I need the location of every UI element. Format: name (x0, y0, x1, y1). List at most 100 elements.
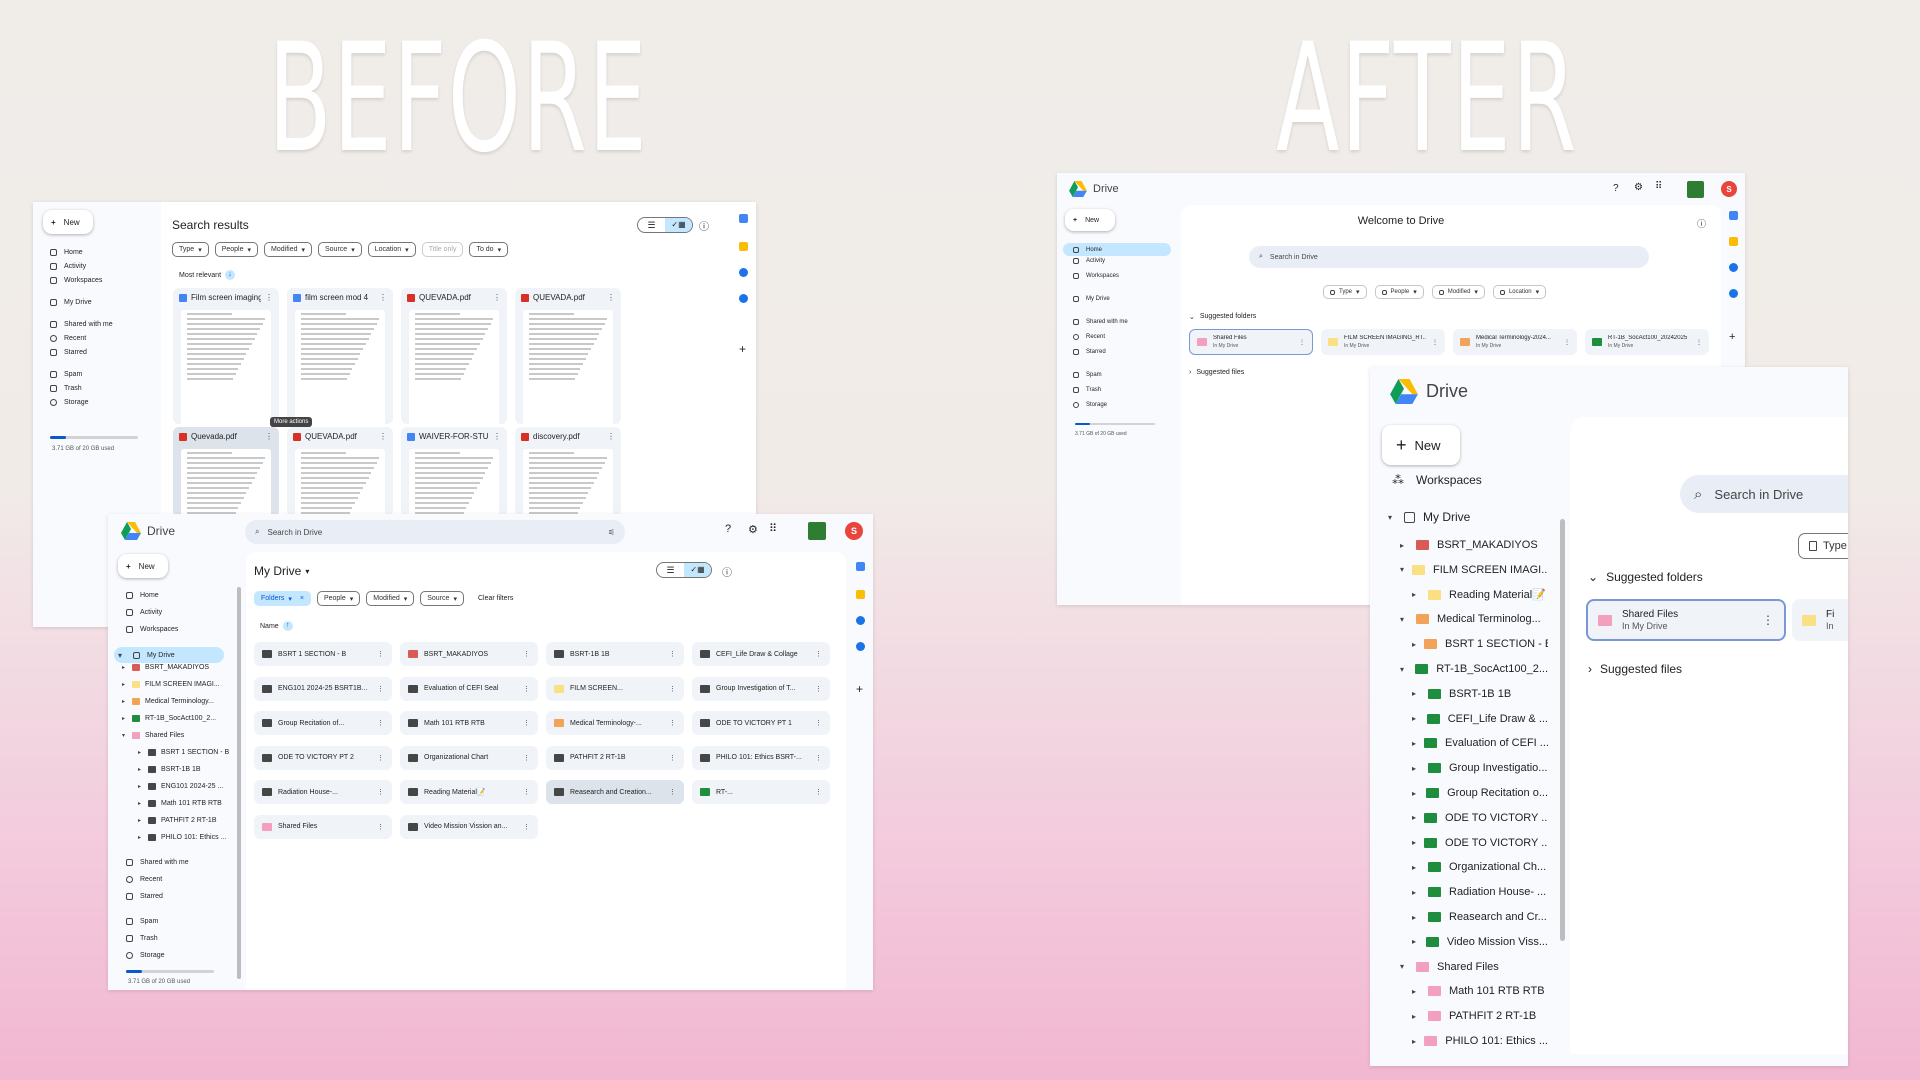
more-actions-icon[interactable]: ⋮ (815, 719, 822, 727)
filter-location[interactable]: Location ▾ (367, 242, 416, 257)
tree-item[interactable]: ▸ Group Recitation o... (1412, 783, 1548, 803)
more-actions-icon[interactable]: ⋮ (523, 788, 530, 796)
folder-card[interactable]: Shared Files ⋮ (254, 814, 392, 839)
more-actions-icon[interactable]: ⋮ (1432, 339, 1438, 346)
more-actions-icon[interactable]: ⋮ (607, 432, 615, 441)
sidebar-item-activity[interactable]: Activity (50, 263, 86, 270)
more-actions-icon[interactable]: ⋮ (669, 719, 676, 727)
tune-icon[interactable]: ⚟ (608, 528, 615, 537)
sidebar-item-shared-with-me[interactable]: Shared with me (126, 859, 189, 866)
file-card[interactable]: Quevada.pdf ⋮ (173, 427, 279, 517)
filter-source[interactable]: Source ▾ (318, 242, 362, 257)
tree-item[interactable]: ▸ PHILO 101: Ethics ... (1412, 1031, 1548, 1051)
add-icon[interactable]: + (739, 342, 746, 356)
filter-folders[interactable]: Folders ▾ × (254, 591, 311, 606)
grid-view-icon[interactable]: ✓▦ (684, 563, 711, 577)
sidebar-item-starred[interactable]: Starred (126, 893, 163, 900)
folder-card[interactable]: Medical Terminology-... ⋮ (546, 711, 684, 735)
sidebar-item-starred[interactable]: Starred (50, 349, 87, 356)
tree-item[interactable]: ▾ FILM SCREEN IMAGI... (1400, 560, 1548, 580)
tree-item[interactable]: ▾ Shared Files (1400, 957, 1548, 977)
tree-item[interactable]: ▸ Math 101 RTB RTB (1412, 981, 1548, 1001)
folder-card[interactable]: RT-... ⋮ (692, 780, 830, 804)
filter-to-do[interactable]: To do ▾ (469, 242, 509, 257)
more-actions-icon[interactable]: ⋮ (669, 754, 676, 762)
sidebar-item-activity[interactable]: Activity (1073, 258, 1105, 264)
tree-item[interactable]: ▸ BSRT-1B 1B (1412, 684, 1548, 704)
folder-card[interactable]: BSRT_MAKADIYOS ⋮ (400, 642, 538, 666)
more-actions-icon[interactable]: ⋮ (669, 650, 676, 658)
filter-title-only[interactable]: Title only (421, 242, 464, 257)
nav-workspaces[interactable]: ⁂ Workspaces (1392, 473, 1482, 487)
contacts-icon[interactable] (856, 642, 865, 651)
calendar-icon[interactable] (856, 562, 865, 571)
filter-source[interactable]: Source ▾ (420, 591, 464, 606)
folder-card[interactable]: Radiation House-... ⋮ (254, 780, 392, 804)
more-actions-icon[interactable]: ⋮ (669, 685, 676, 693)
grid-view-icon[interactable]: ✓▦ (665, 218, 692, 232)
new-button[interactable]: + New (1382, 425, 1460, 465)
suggested-card-shared-files[interactable]: Shared Files In My Drive ⋮ (1586, 599, 1786, 641)
filter-modified[interactable]: Modified ▾ (264, 242, 312, 257)
folder-card[interactable]: ODE TO VICTORY PT 2 ⋮ (254, 745, 392, 770)
folder-card[interactable]: PHILO 101: Ethics BSRT-... ⋮ (692, 745, 830, 770)
sidebar-item-workspaces[interactable]: Workspaces (126, 626, 178, 633)
sidebar-item-home[interactable]: Home (1063, 243, 1171, 256)
folder-card[interactable]: Organizational Chart ⋮ (400, 745, 538, 770)
clear-filters-button[interactable]: Clear filters (478, 595, 513, 602)
keep-icon[interactable] (739, 242, 748, 251)
sidebar-item-storage[interactable]: Storage (1073, 402, 1107, 408)
sidebar-item-spam[interactable]: Spam (126, 918, 158, 925)
suggested-folder-card[interactable]: Medical Terminology-2024... In My Drive ⋮ (1453, 329, 1577, 355)
sidebar-item-trash[interactable]: Trash (1073, 387, 1101, 393)
more-actions-icon[interactable]: ⋮ (815, 788, 822, 796)
tree-item[interactable]: ▸ Video Mission Viss... (1412, 932, 1548, 952)
suggested-folder-card[interactable]: FILM SCREEN IMAGING_RT... In My Drive ⋮ (1321, 329, 1445, 355)
folder-card[interactable]: Reading Material📝 ⋮ (400, 780, 538, 804)
folder-card[interactable]: CEFI_Life Draw & Collage ⋮ (692, 642, 830, 666)
view-toggle[interactable]: ☰ ✓▦ (637, 217, 693, 233)
tree-item[interactable]: ▸ BSRT_MAKADIYOS (122, 664, 209, 671)
help-icon[interactable]: ? (725, 523, 731, 535)
sidebar-item-activity[interactable]: Activity (126, 609, 162, 616)
keep-icon[interactable] (1729, 237, 1738, 246)
tree-item[interactable]: ▸ Group Investigatio... (1412, 758, 1548, 778)
filter-type[interactable]: Type ▾ (1323, 285, 1367, 299)
folder-card[interactable]: FILM SCREEN... ⋮ (546, 676, 684, 701)
tasks-icon[interactable] (856, 616, 865, 625)
sidebar-item-storage[interactable]: Storage (50, 399, 89, 406)
suggested-folders-header[interactable]: ⌄ Suggested folders (1189, 313, 1256, 321)
file-card[interactable]: WAIVER-FOR-STUDENT... ⋮ (401, 427, 507, 517)
file-card[interactable]: QUEVADA.pdf ⋮ (515, 288, 621, 424)
settings-icon[interactable]: ⚙ (748, 523, 758, 536)
sidebar-item-recent[interactable]: Recent (50, 335, 86, 342)
folder-card[interactable]: Group Investigation of T... ⋮ (692, 676, 830, 701)
file-card[interactable]: Film screen imaging mod... ⋮ (173, 288, 279, 424)
page-title[interactable]: My Drive ▾ (254, 564, 309, 578)
tree-item[interactable]: ▾ RT-1B_SocAct100_2... (1400, 659, 1548, 679)
filter-people[interactable]: People ▾ (316, 591, 361, 606)
tree-item[interactable]: ▸ PATHFIT 2 RT-1B (138, 817, 217, 824)
more-actions-icon[interactable]: ⋮ (815, 685, 822, 693)
more-actions-icon[interactable]: ⋮ (523, 719, 530, 727)
file-card[interactable]: QUEVADA.pdf ⋮ (401, 288, 507, 424)
more-actions-icon[interactable]: ⋮ (377, 650, 384, 658)
info-icon[interactable]: ⓘ (1697, 217, 1706, 230)
more-actions-icon[interactable]: ⋮ (1564, 339, 1570, 346)
tree-item[interactable]: ▸ BSRT 1 SECTION - B (1412, 634, 1548, 654)
more-actions-icon[interactable]: ⋮ (265, 432, 273, 441)
more-actions-icon[interactable]: ⋮ (379, 293, 387, 302)
more-actions-icon[interactable]: ⋮ (265, 293, 273, 302)
sidebar-item-storage[interactable]: Storage (126, 952, 165, 959)
tree-item[interactable]: ▸ BSRT_MAKADIYOS (1400, 535, 1548, 555)
view-toggle[interactable]: ☰ ✓▦ (656, 562, 712, 578)
tree-item[interactable]: ▾ Medical Terminolog... (1400, 609, 1548, 629)
more-actions-icon[interactable]: ⋮ (607, 293, 615, 302)
sidebar-item-spam[interactable]: Spam (1073, 372, 1102, 378)
sort-label[interactable]: Most relevant ↓ (179, 270, 236, 280)
suggested-folder-card[interactable]: RT-1B_SocAct100_20242025 In My Drive ⋮ (1585, 329, 1709, 355)
tree-item[interactable]: ▸ FILM SCREEN IMAGI... (122, 681, 220, 688)
help-icon[interactable]: ? (1613, 183, 1619, 194)
sidebar-scrollbar[interactable] (1560, 519, 1565, 941)
filter-type[interactable]: Type (1798, 533, 1848, 559)
